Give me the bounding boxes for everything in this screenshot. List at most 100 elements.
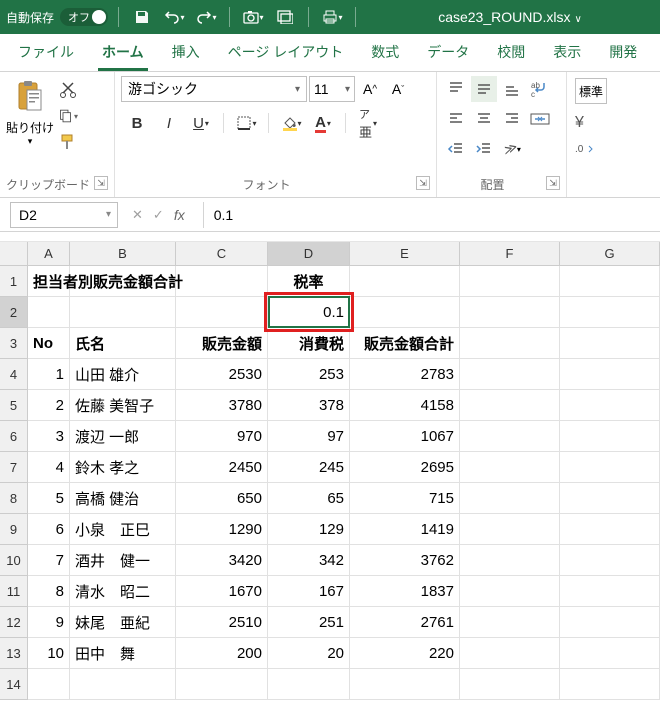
tab-file[interactable]: ファイル: [4, 33, 88, 71]
cell-D2[interactable]: 0.1: [268, 297, 350, 328]
cell[interactable]: 高橋 健治: [70, 483, 176, 514]
name-box[interactable]: D2▾: [10, 202, 118, 228]
row-header[interactable]: 12: [0, 607, 28, 638]
cell[interactable]: 4158: [350, 390, 460, 421]
autosave-toggle[interactable]: オフ: [60, 8, 108, 26]
cell[interactable]: 3: [28, 421, 70, 452]
align-center-icon[interactable]: [471, 106, 497, 132]
row-header[interactable]: 7: [0, 452, 28, 483]
cell[interactable]: 妹尾 亜紀: [70, 607, 176, 638]
row-header[interactable]: 5: [0, 390, 28, 421]
cell[interactable]: 200: [176, 638, 268, 669]
cell[interactable]: [176, 297, 268, 328]
cell[interactable]: [28, 669, 70, 700]
row-header[interactable]: 11: [0, 576, 28, 607]
cell[interactable]: 清水 昭二: [70, 576, 176, 607]
col-header-A[interactable]: A: [28, 242, 70, 266]
row-header[interactable]: 3: [0, 328, 28, 359]
cell[interactable]: [560, 545, 660, 576]
cell[interactable]: 2510: [176, 607, 268, 638]
cell[interactable]: [560, 483, 660, 514]
tab-data[interactable]: データ: [413, 33, 483, 71]
cell[interactable]: 山田 雄介: [70, 359, 176, 390]
cell[interactable]: 378: [268, 390, 350, 421]
tab-home[interactable]: ホーム: [88, 33, 158, 71]
border-button[interactable]: ▾: [230, 110, 262, 136]
cell[interactable]: [460, 669, 560, 700]
cell[interactable]: 2761: [350, 607, 460, 638]
cell[interactable]: [460, 328, 560, 359]
row-header[interactable]: 8: [0, 483, 28, 514]
align-top-icon[interactable]: [443, 76, 469, 102]
cell[interactable]: 販売金額合計: [350, 328, 460, 359]
orientation-icon[interactable]: ≫▾: [499, 136, 525, 162]
currency-icon[interactable]: ¥: [575, 114, 584, 132]
row-header[interactable]: 6: [0, 421, 28, 452]
font-name-combo[interactable]: 游ゴシック▾: [121, 76, 307, 102]
cell[interactable]: 4: [28, 452, 70, 483]
cell[interactable]: [560, 359, 660, 390]
cell[interactable]: [460, 266, 560, 297]
cell[interactable]: [560, 266, 660, 297]
cell[interactable]: 97: [268, 421, 350, 452]
cell[interactable]: 6: [28, 514, 70, 545]
cell[interactable]: 担当者別販売金額合計: [28, 266, 70, 297]
row-header[interactable]: 14: [0, 669, 28, 700]
redo-icon[interactable]: ▾: [193, 4, 219, 30]
cell[interactable]: [460, 390, 560, 421]
grow-font-icon[interactable]: A^: [357, 76, 383, 102]
cell[interactable]: 8: [28, 576, 70, 607]
col-header-D[interactable]: D: [268, 242, 350, 266]
cell[interactable]: [350, 669, 460, 700]
cell[interactable]: [460, 452, 560, 483]
fill-color-button[interactable]: ▾: [275, 110, 307, 136]
cell[interactable]: 2530: [176, 359, 268, 390]
cell[interactable]: 消費税: [268, 328, 350, 359]
number-format-combo[interactable]: 標準: [575, 78, 607, 104]
align-middle-icon[interactable]: [471, 76, 497, 102]
cell[interactable]: 245: [268, 452, 350, 483]
cell[interactable]: 970: [176, 421, 268, 452]
cell[interactable]: 小泉 正巳: [70, 514, 176, 545]
cell[interactable]: [560, 390, 660, 421]
increase-indent-icon[interactable]: [471, 136, 497, 162]
cell[interactable]: 3780: [176, 390, 268, 421]
undo-icon[interactable]: ▾: [161, 4, 187, 30]
copy-icon[interactable]: ▾: [58, 106, 78, 126]
cell[interactable]: 2695: [350, 452, 460, 483]
col-header-C[interactable]: C: [176, 242, 268, 266]
accept-formula-icon[interactable]: ✓: [153, 207, 164, 223]
phonetic-button[interactable]: ア亜▾: [352, 110, 384, 136]
tab-formulas[interactable]: 数式: [357, 33, 413, 71]
formula-input[interactable]: 0.1: [203, 202, 660, 228]
cell[interactable]: [176, 266, 268, 297]
cell[interactable]: 田中 舞: [70, 638, 176, 669]
cell[interactable]: 税率: [268, 266, 350, 297]
format-painter-icon[interactable]: [58, 132, 78, 152]
cell[interactable]: 342: [268, 545, 350, 576]
cell[interactable]: 220: [350, 638, 460, 669]
col-header-F[interactable]: F: [460, 242, 560, 266]
cell[interactable]: 7: [28, 545, 70, 576]
cell[interactable]: 9: [28, 607, 70, 638]
cell[interactable]: 2783: [350, 359, 460, 390]
tab-review[interactable]: 校閲: [483, 33, 539, 71]
cell[interactable]: 715: [350, 483, 460, 514]
cell[interactable]: [268, 669, 350, 700]
cancel-formula-icon[interactable]: ✕: [132, 207, 143, 223]
font-launcher[interactable]: ⇲: [416, 176, 430, 190]
row-header[interactable]: 13: [0, 638, 28, 669]
cell[interactable]: 鈴木 孝之: [70, 452, 176, 483]
camera-icon[interactable]: ▾: [240, 4, 266, 30]
fx-icon[interactable]: fx: [174, 207, 193, 223]
underline-button[interactable]: U▾: [185, 110, 217, 136]
clipboard-launcher[interactable]: ⇲: [94, 176, 108, 190]
cell[interactable]: [70, 297, 176, 328]
cell[interactable]: [560, 297, 660, 328]
col-header-G[interactable]: G: [560, 242, 660, 266]
col-header-E[interactable]: E: [350, 242, 460, 266]
cell[interactable]: 販売金額: [176, 328, 268, 359]
cell[interactable]: [460, 297, 560, 328]
italic-button[interactable]: I: [153, 110, 185, 136]
cell[interactable]: [560, 669, 660, 700]
